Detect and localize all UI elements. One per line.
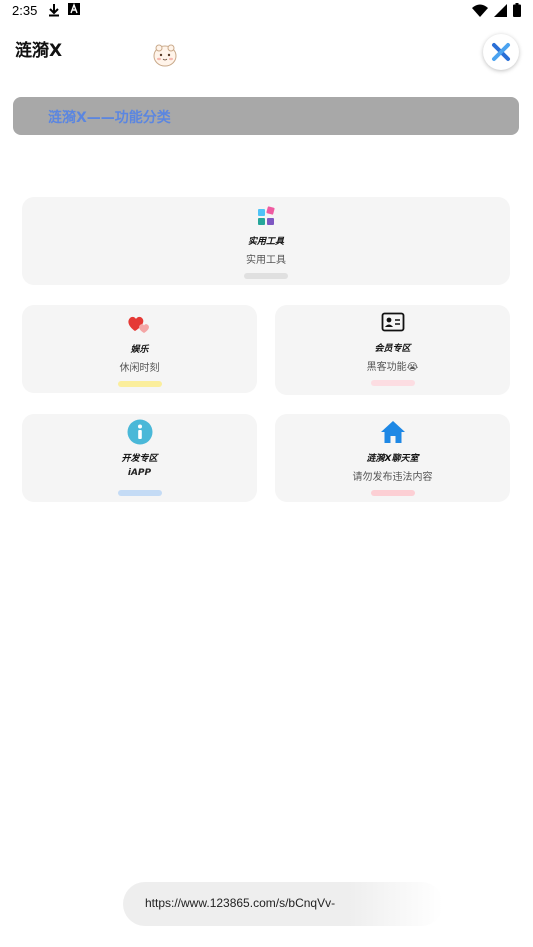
card-title: 实用工具 <box>247 237 284 247</box>
card-accent-bar <box>370 380 415 386</box>
card-subtitle: 请勿发布违法内容 <box>352 472 433 483</box>
card-title: 开发专区 <box>121 454 158 464</box>
card-members[interactable]: 会员专区 黑客功能😭 <box>275 305 510 395</box>
signal-icon <box>494 3 507 17</box>
hearts-icon <box>126 310 154 338</box>
battery-icon <box>513 3 521 17</box>
card-entertainment[interactable]: 娱乐 休闲时刻 <box>22 305 257 393</box>
card-title: 会员专区 <box>374 344 411 354</box>
card-accent-bar <box>370 490 415 496</box>
blocks-icon <box>252 202 280 230</box>
home-icon <box>379 418 407 446</box>
url-toast[interactable]: https://www.123865.com/s/bCnqVv- <box>123 882 443 926</box>
card-subtitle: 实用工具 <box>246 255 286 266</box>
card-tools[interactable]: 实用工具 实用工具 <box>22 197 510 285</box>
card-subtitle: 黑客功能😭 <box>366 362 419 373</box>
card-title: 涟漪X聊天室 <box>366 454 419 464</box>
card-subtitle: 休闲时刻 <box>119 363 160 374</box>
a-box-icon <box>68 3 80 15</box>
banner-title: 涟漪X——功能分类 <box>48 110 171 126</box>
download-icon <box>49 4 59 17</box>
close-button[interactable] <box>483 34 519 70</box>
card-accent-bar <box>117 490 162 496</box>
info-icon <box>126 418 154 446</box>
status-bar: 2:35 <box>0 0 533 22</box>
status-time: 2:35 <box>12 3 38 18</box>
card-developer[interactable]: 开发专区 iAPP <box>22 414 257 502</box>
card-chatroom[interactable]: 涟漪X聊天室 请勿发布违法内容 <box>275 414 510 502</box>
mascot-sticker-icon <box>153 44 177 67</box>
x-logo-icon <box>492 43 510 61</box>
id-card-icon <box>379 308 407 336</box>
status-right-icons <box>472 3 521 17</box>
app-title: 涟漪X <box>15 41 63 61</box>
category-banner: 涟漪X——功能分类 <box>13 97 519 135</box>
url-text: https://www.123865.com/s/bCnqVv- <box>145 896 336 910</box>
wifi-icon <box>472 4 488 17</box>
status-left-icons <box>48 3 80 17</box>
card-accent-bar <box>244 273 288 279</box>
card-title: 娱乐 <box>130 345 149 355</box>
card-subtitle: iAPP <box>127 468 152 478</box>
card-accent-bar <box>117 381 162 387</box>
